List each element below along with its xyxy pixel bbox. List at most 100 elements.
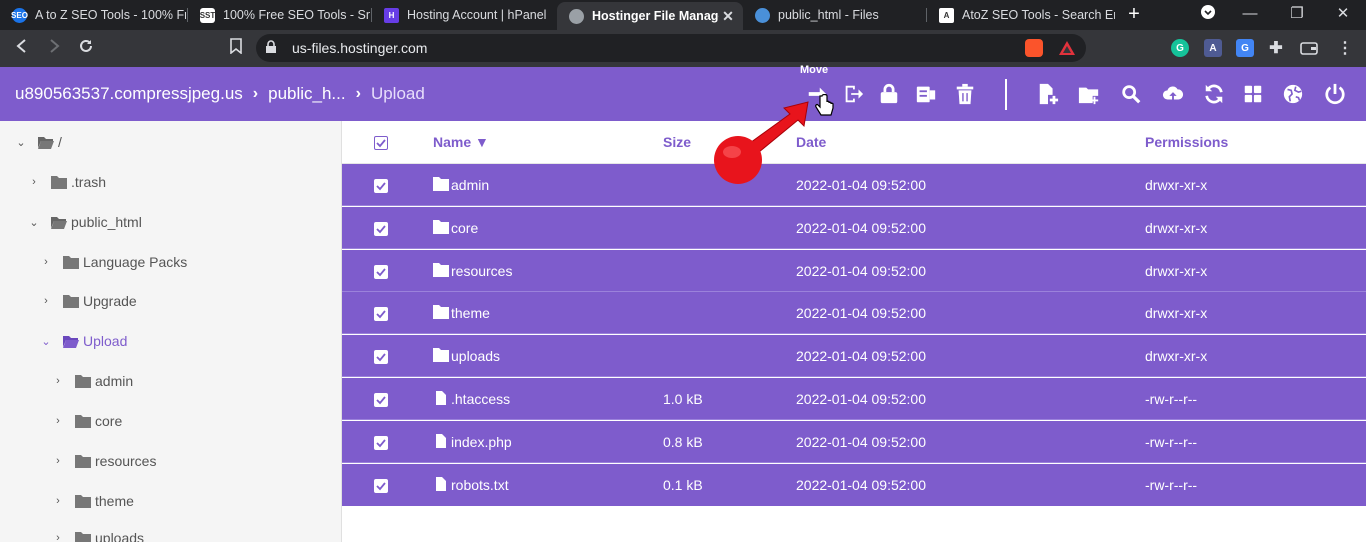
browser-tab-strip: SEO A to Z SEO Tools - 100% Free SST 100… bbox=[0, 0, 1366, 30]
table-row[interactable]: admin 2022-01-04 09:52:00 drwxr-xr-x bbox=[342, 164, 1366, 206]
tree-item-theme[interactable]: › theme bbox=[51, 491, 134, 511]
checkmark-icon bbox=[376, 353, 386, 362]
tab-title: Hosting Account | hPanel bbox=[407, 8, 547, 22]
table-row[interactable]: index.php 0.8 kB 2022-01-04 09:52:00 -rw… bbox=[342, 421, 1366, 463]
chevron-down-icon[interactable]: ⌄ bbox=[14, 136, 28, 149]
tree-item-upgrade[interactable]: › Upgrade bbox=[39, 291, 137, 311]
column-header-permissions[interactable]: Permissions bbox=[1145, 134, 1228, 150]
copy-button[interactable] bbox=[840, 81, 866, 107]
menu-dots-icon[interactable]: ⋮ bbox=[1336, 39, 1354, 57]
extensions-puzzle-icon[interactable]: ✚ bbox=[1267, 39, 1285, 57]
row-checkbox[interactable] bbox=[374, 265, 388, 279]
tree-item-label: admin bbox=[95, 373, 134, 389]
power-icon bbox=[1325, 83, 1345, 105]
table-row[interactable]: theme 2022-01-04 09:52:00 drwxr-xr-x bbox=[342, 292, 1366, 334]
row-checkbox[interactable] bbox=[374, 393, 388, 407]
tab-search-icon[interactable] bbox=[1198, 4, 1218, 24]
chevron-down-icon[interactable]: ⌄ bbox=[39, 335, 53, 348]
browser-tab[interactable]: H Hosting Account | hPanel bbox=[372, 0, 556, 30]
close-window-icon[interactable]: ✕ bbox=[1333, 4, 1353, 24]
table-row[interactable]: uploads 2022-01-04 09:52:00 drwxr-xr-x bbox=[342, 335, 1366, 377]
folder-icon bbox=[75, 374, 91, 388]
extension-icon[interactable]: A bbox=[1204, 39, 1222, 57]
forward-icon[interactable] bbox=[44, 38, 64, 58]
rewards-icon[interactable] bbox=[1058, 39, 1076, 57]
archive-button[interactable] bbox=[913, 81, 939, 107]
tree-item-language-packs[interactable]: › Language Packs bbox=[39, 252, 187, 272]
close-tab-icon[interactable]: ✕ bbox=[719, 8, 737, 25]
column-header-name[interactable]: Name ▼ bbox=[433, 134, 489, 150]
table-row[interactable]: robots.txt 0.1 kB 2022-01-04 09:52:00 -r… bbox=[342, 464, 1366, 506]
logout-button[interactable] bbox=[1322, 81, 1348, 107]
view-grid-button[interactable] bbox=[1240, 81, 1266, 107]
checkmark-icon bbox=[376, 439, 386, 448]
new-tab-button[interactable]: + bbox=[1124, 4, 1144, 24]
translate-icon[interactable]: G bbox=[1236, 39, 1254, 57]
browser-tab[interactable]: SST 100% Free SEO Tools - Smal bbox=[188, 0, 370, 30]
tree-item-upload[interactable]: ⌄ Upload bbox=[39, 331, 127, 351]
row-checkbox[interactable] bbox=[374, 222, 388, 236]
tree-item-public-html[interactable]: ⌄ public_html bbox=[27, 212, 141, 232]
chevron-right-icon[interactable]: › bbox=[51, 495, 65, 507]
bookmark-icon[interactable] bbox=[226, 38, 246, 58]
folder-plus-icon bbox=[1078, 87, 1099, 105]
table-row[interactable]: core 2022-01-04 09:52:00 drwxr-xr-x bbox=[342, 207, 1366, 249]
breadcrumb-root[interactable]: u890563537.compressjpeg.us bbox=[15, 84, 243, 104]
table-row[interactable]: resources 2022-01-04 09:52:00 drwxr-xr-x bbox=[342, 250, 1366, 292]
language-button[interactable] bbox=[1280, 81, 1306, 107]
browser-tab-active[interactable]: Hostinger File Manager ✕ bbox=[557, 2, 743, 30]
archive-icon bbox=[916, 86, 936, 103]
checkmark-icon bbox=[376, 310, 386, 319]
chevron-right-icon[interactable]: › bbox=[51, 375, 65, 387]
checkmark-icon bbox=[376, 482, 386, 491]
tree-item-uploads[interactable]: › uploads bbox=[51, 528, 144, 542]
chevron-right-icon[interactable]: › bbox=[51, 415, 65, 427]
row-checkbox[interactable] bbox=[374, 479, 388, 493]
restore-icon[interactable]: ❐ bbox=[1287, 4, 1307, 24]
select-all-checkbox[interactable] bbox=[374, 136, 388, 150]
file-icon bbox=[436, 477, 446, 491]
folder-icon bbox=[75, 454, 91, 468]
file-permissions: drwxr-xr-x bbox=[1145, 305, 1208, 321]
tree-item-resources[interactable]: › resources bbox=[51, 451, 156, 471]
chevron-right-icon[interactable]: › bbox=[51, 532, 65, 542]
reload-icon[interactable] bbox=[76, 38, 96, 58]
tree-item-root[interactable]: ⌄ / bbox=[14, 132, 62, 152]
wallet-icon[interactable] bbox=[1300, 39, 1318, 57]
tree-item-core[interactable]: › core bbox=[51, 411, 122, 431]
chevron-right-icon[interactable]: › bbox=[27, 176, 41, 188]
chevron-down-icon[interactable]: ⌄ bbox=[27, 216, 41, 229]
new-folder-button[interactable] bbox=[1076, 81, 1102, 107]
browser-tab[interactable]: public_html - Files bbox=[743, 0, 925, 30]
chevron-right-icon[interactable]: › bbox=[39, 256, 53, 268]
browser-tab[interactable]: A AtoZ SEO Tools - Search Eng bbox=[927, 0, 1115, 30]
row-checkbox[interactable] bbox=[374, 350, 388, 364]
breadcrumb-public-html[interactable]: public_h... bbox=[268, 84, 346, 104]
back-icon[interactable] bbox=[12, 38, 32, 58]
upload-button[interactable] bbox=[1160, 81, 1186, 107]
grammarly-icon[interactable]: G bbox=[1171, 39, 1189, 57]
address-bar[interactable]: us-files.hostinger.com bbox=[256, 34, 1086, 62]
file-icon bbox=[436, 434, 446, 448]
refresh-button[interactable] bbox=[1201, 81, 1227, 107]
chevron-right-icon[interactable]: › bbox=[39, 295, 53, 307]
delete-button[interactable] bbox=[952, 81, 978, 107]
column-header-size[interactable]: Size bbox=[663, 134, 691, 150]
tree-item-admin[interactable]: › admin bbox=[51, 371, 133, 391]
brave-shield-icon[interactable] bbox=[1025, 39, 1043, 57]
new-file-button[interactable] bbox=[1035, 81, 1061, 107]
file-name: core bbox=[451, 220, 479, 236]
row-checkbox[interactable] bbox=[374, 436, 388, 450]
row-checkbox[interactable] bbox=[374, 307, 388, 321]
file-plus-icon bbox=[1039, 83, 1059, 105]
minimize-icon[interactable]: — bbox=[1240, 4, 1260, 24]
tree-item-trash[interactable]: › .trash bbox=[27, 172, 106, 192]
browser-tab[interactable]: SEO A to Z SEO Tools - 100% Free bbox=[0, 0, 186, 30]
search-button[interactable] bbox=[1118, 81, 1144, 107]
table-row[interactable]: .htaccess 1.0 kB 2022-01-04 09:52:00 -rw… bbox=[342, 378, 1366, 420]
permissions-button[interactable] bbox=[876, 81, 902, 107]
chevron-right-icon[interactable]: › bbox=[51, 455, 65, 467]
chevron-right-icon: › bbox=[355, 85, 361, 102]
file-date: 2022-01-04 09:52:00 bbox=[796, 305, 926, 321]
row-checkbox[interactable] bbox=[374, 179, 388, 193]
